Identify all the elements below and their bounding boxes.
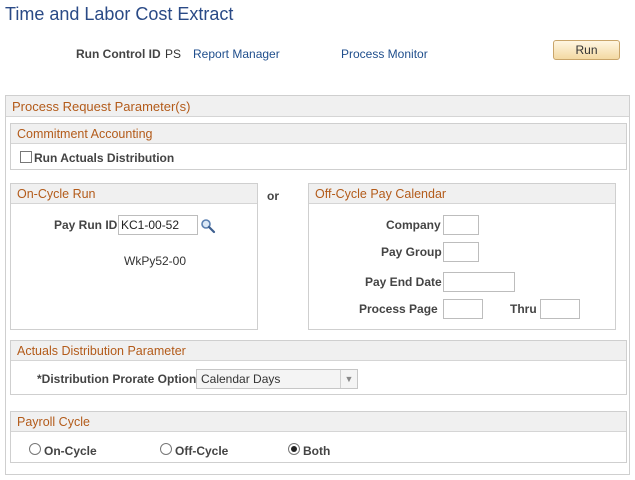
radio-off-cycle-label: Off-Cycle	[175, 444, 229, 458]
payroll-cycle-header: Payroll Cycle	[11, 412, 626, 432]
on-cycle-run-header: On-Cycle Run	[11, 184, 257, 204]
pay-end-date-input[interactable]	[443, 272, 515, 292]
run-actuals-label: Run Actuals Distribution	[34, 151, 175, 165]
prorate-option-label: *Distribution Prorate Option	[37, 372, 197, 386]
prorate-option-value: Calendar Days	[201, 372, 281, 386]
radio-on-cycle[interactable]	[29, 443, 41, 455]
process-request-header: Process Request Parameter(s)	[6, 96, 629, 117]
chevron-down-icon: ▼	[340, 370, 357, 388]
page-title: Time and Labor Cost Extract	[5, 4, 234, 24]
process-page-label: Process Page	[359, 302, 438, 316]
search-icon[interactable]	[200, 218, 216, 234]
company-label: Company	[386, 218, 441, 232]
off-cycle-header: Off-Cycle Pay Calendar	[309, 184, 615, 204]
actuals-distribution-header: Actuals Distribution Parameter	[11, 341, 626, 361]
thru-input[interactable]	[540, 299, 580, 319]
pay-run-description: WkPy52-00	[124, 254, 187, 268]
process-page-input[interactable]	[443, 299, 483, 319]
pay-group-input[interactable]	[443, 242, 479, 262]
process-monitor-link[interactable]: Process Monitor	[341, 47, 428, 61]
radio-both[interactable]	[288, 443, 300, 455]
radio-both-label: Both	[303, 444, 331, 458]
pay-group-label: Pay Group	[381, 245, 442, 259]
report-manager-link[interactable]: Report Manager	[193, 47, 280, 61]
run-button[interactable]: Run	[553, 40, 620, 60]
pay-run-id-input[interactable]: KC1-00-52	[118, 215, 198, 235]
company-input[interactable]	[443, 215, 479, 235]
pay-run-id-label: Pay Run ID	[54, 218, 118, 232]
prorate-option-select[interactable]: Calendar Days ▼	[196, 369, 358, 389]
run-control-value: PS	[165, 47, 182, 61]
commitment-accounting-header: Commitment Accounting	[11, 124, 626, 144]
run-control-label: Run Control ID	[76, 47, 161, 61]
pay-end-date-label: Pay End Date	[365, 275, 442, 289]
radio-on-cycle-label: On-Cycle	[44, 444, 97, 458]
thru-label: Thru	[510, 302, 537, 316]
run-actuals-checkbox[interactable]	[20, 151, 32, 163]
or-separator: or	[267, 189, 279, 203]
radio-off-cycle[interactable]	[160, 443, 172, 455]
